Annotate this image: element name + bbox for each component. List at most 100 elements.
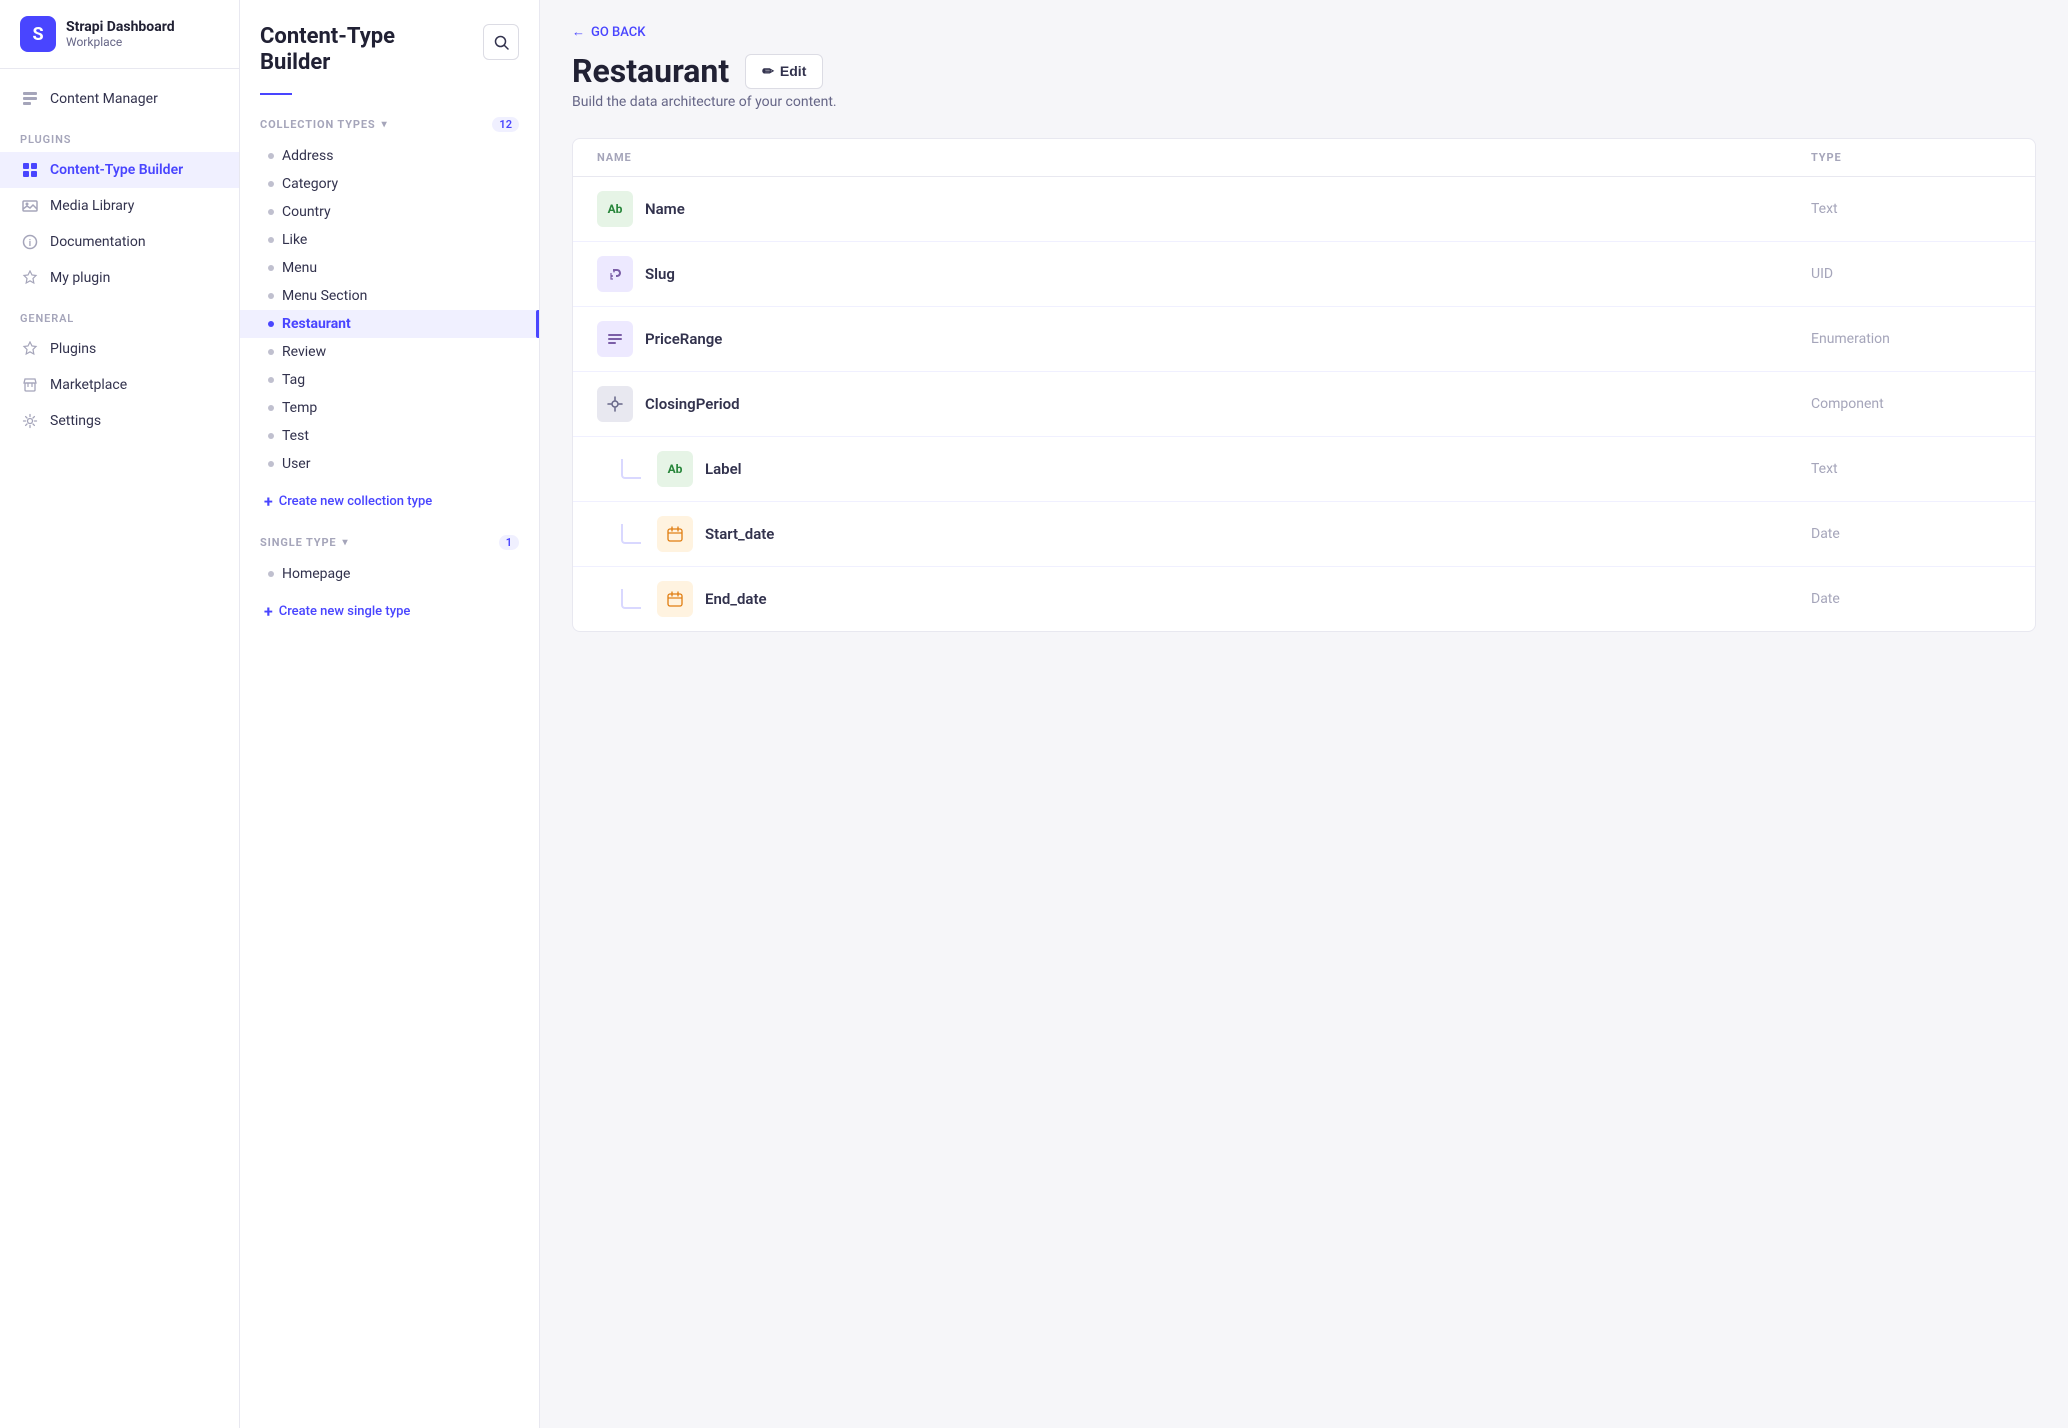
settings-icon [20, 411, 40, 431]
name-column-header: NAME [597, 151, 1811, 164]
sidebar-item-plugins[interactable]: Plugins [0, 331, 239, 367]
single-type-header: SINGLE TYPE ▾ 1 [240, 529, 539, 556]
list-item[interactable]: Address [240, 142, 539, 170]
go-back-link[interactable]: ← GO BACK [572, 24, 2036, 40]
list-item[interactable]: Country [240, 198, 539, 226]
list-item[interactable]: Tag [240, 366, 539, 394]
bullet-icon [268, 153, 274, 159]
sidebar-item-label: Content Manager [50, 91, 158, 107]
sidebar-item-settings[interactable]: Settings [0, 403, 239, 439]
plugins-section-label: PLUGINS [0, 117, 239, 152]
sidebar-item-label: Plugins [50, 341, 96, 357]
table-row: ClosingPeriod Component [573, 372, 2035, 437]
list-item[interactable]: Review [240, 338, 539, 366]
panel-title: Content-TypeBuilder [260, 24, 395, 77]
field-type-label: Date [1811, 526, 2011, 542]
nest-indent-icon [621, 589, 641, 609]
documentation-icon: i [20, 232, 40, 252]
field-name-cell: Start_date [621, 516, 1811, 552]
plus-icon: + [264, 492, 273, 511]
bullet-icon [268, 571, 274, 577]
sidebar-item-marketplace[interactable]: Marketplace [0, 367, 239, 403]
sidebar-item-documentation[interactable]: i Documentation [0, 224, 239, 260]
app-name: Strapi Dashboard [66, 19, 175, 35]
table-header-row: NAME TYPE [573, 139, 2035, 177]
table-row: Ab Name Text [573, 177, 2035, 242]
table-row: End_date Date [573, 567, 2035, 631]
svg-text:i: i [29, 239, 31, 249]
sidebar-item-label: My plugin [50, 270, 110, 286]
edit-pencil-icon: ✏ [762, 63, 774, 80]
fields-table: NAME TYPE Ab Name Text Slug [572, 138, 2036, 632]
create-collection-type-link[interactable]: + Create new collection type [240, 486, 539, 517]
type-column-header: TYPE [1811, 151, 2011, 164]
sidebar-item-content-manager[interactable]: Content Manager [0, 81, 239, 117]
list-item[interactable]: Test [240, 422, 539, 450]
plus-icon: + [264, 602, 273, 621]
list-item[interactable]: Category [240, 170, 539, 198]
bullet-icon [268, 293, 274, 299]
list-item-restaurant[interactable]: Restaurant [240, 310, 539, 338]
field-type-icon [657, 516, 693, 552]
bullet-icon [268, 237, 274, 243]
collection-types-list: Address Category Country Like Menu Menu … [240, 138, 539, 486]
page-subtitle: Build the data architecture of your cont… [572, 94, 2036, 110]
list-item[interactable]: Temp [240, 394, 539, 422]
field-type-label: Text [1811, 461, 2011, 477]
field-name: Start_date [705, 525, 774, 543]
panel-divider [260, 93, 292, 95]
field-type-icon [597, 256, 633, 292]
bullet-icon [268, 265, 274, 271]
list-item[interactable]: Menu [240, 254, 539, 282]
table-row: Slug UID [573, 242, 2035, 307]
sidebar-item-my-plugin[interactable]: My plugin [0, 260, 239, 296]
sidebar-item-label: Media Library [50, 198, 134, 214]
field-name: Slug [645, 265, 675, 283]
my-plugin-icon [20, 268, 40, 288]
sidebar-item-media-library[interactable]: Media Library [0, 188, 239, 224]
plugins-icon [20, 339, 40, 359]
field-type-icon [597, 321, 633, 357]
list-item-homepage[interactable]: Homepage [240, 560, 539, 588]
bullet-icon [268, 181, 274, 187]
field-type-icon: Ab [657, 451, 693, 487]
main-content: ← GO BACK Restaurant ✏ Edit Build the da… [540, 0, 2068, 1428]
search-button[interactable] [483, 24, 519, 60]
single-type-label: SINGLE TYPE ▾ [260, 536, 348, 549]
media-library-icon [20, 196, 40, 216]
field-name-cell: End_date [621, 581, 1811, 617]
field-type-label: Text [1811, 201, 2011, 217]
list-item[interactable]: User [240, 450, 539, 478]
field-type-icon [597, 386, 633, 422]
bullet-icon [268, 405, 274, 411]
bullet-icon [268, 349, 274, 355]
field-type-icon [657, 581, 693, 617]
workspace-name: Workplace [66, 35, 175, 49]
field-name-cell: Ab Label [621, 451, 1811, 487]
field-name-cell: ClosingPeriod [597, 386, 1811, 422]
middle-panel: Content-TypeBuilder COLLECTION TYPES ▾ 1… [240, 0, 540, 1428]
sidebar-item-label: Settings [50, 413, 101, 429]
bullet-icon [268, 209, 274, 215]
sidebar-item-content-type-builder[interactable]: Content-Type Builder [0, 152, 239, 188]
field-name: Name [645, 200, 685, 218]
field-name: End_date [705, 590, 767, 608]
nest-indent-icon [621, 524, 641, 544]
chevron-down-icon: ▾ [343, 537, 349, 548]
bullet-icon [268, 461, 274, 467]
edit-button[interactable]: ✏ Edit [745, 54, 823, 89]
field-type-label: UID [1811, 266, 2011, 282]
bullet-icon [268, 377, 274, 383]
list-item[interactable]: Menu Section [240, 282, 539, 310]
field-name: ClosingPeriod [645, 395, 740, 413]
create-single-type-link[interactable]: + Create new single type [240, 596, 539, 627]
general-section-label: GENERAL [0, 296, 239, 331]
marketplace-icon [20, 375, 40, 395]
field-name-cell: Slug [597, 256, 1811, 292]
back-arrow-icon: ← [572, 24, 585, 40]
list-item[interactable]: Like [240, 226, 539, 254]
field-type-label: Enumeration [1811, 331, 2011, 347]
collection-types-label: COLLECTION TYPES ▾ [260, 118, 388, 131]
single-type-count: 1 [499, 535, 519, 550]
table-row: PriceRange Enumeration [573, 307, 2035, 372]
